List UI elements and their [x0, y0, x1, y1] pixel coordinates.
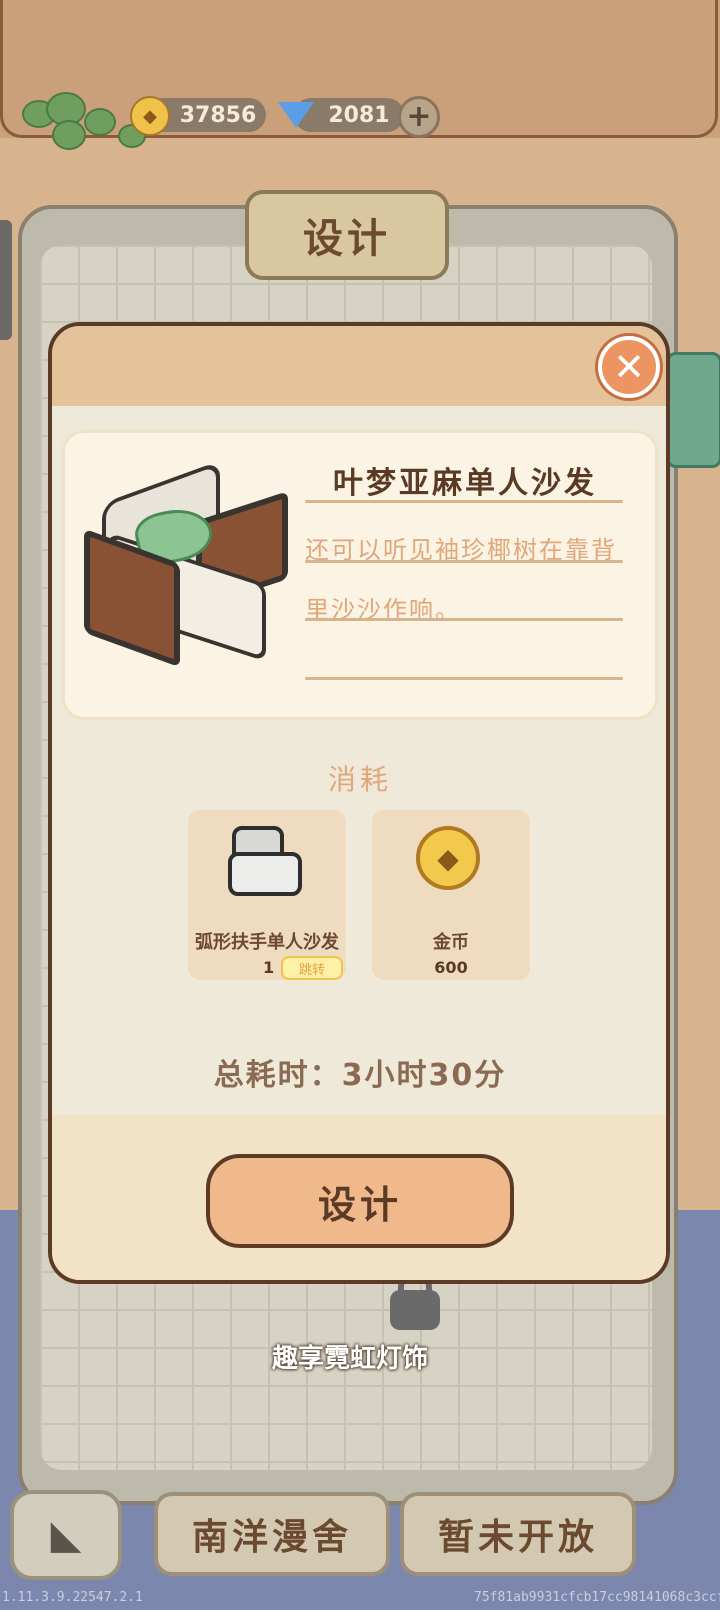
board-title-tab: 设计 — [245, 190, 449, 280]
add-gems-button[interactable]: + — [398, 96, 440, 138]
cost-item-name: 金币 — [433, 932, 469, 953]
gem-amount: 2081 — [328, 102, 390, 128]
item-name: 叶梦亚麻单人沙发 — [333, 466, 597, 501]
cost-label: 消耗 — [327, 763, 392, 796]
close-icon: ✕ — [613, 345, 645, 389]
description-rule-3 — [305, 677, 623, 680]
tab-nanyang[interactable]: 南洋漫舍 — [154, 1492, 390, 1576]
vine-leaf-icon — [52, 120, 86, 150]
version-text: 1.11.3.9.22547.2.1 — [2, 1590, 143, 1605]
locked-node-label[interactable]: 趣享霓虹灯饰 — [230, 1338, 470, 1375]
design-button-label: 设计 — [317, 1182, 402, 1227]
lock-icon — [390, 1290, 440, 1330]
tab-label: 暂未开放 — [437, 1517, 598, 1558]
back-button[interactable]: ◣ — [10, 1490, 122, 1580]
jump-button[interactable]: 跳转 — [281, 956, 343, 980]
total-time: 总耗时：3小时30分 — [213, 1058, 507, 1093]
tab-not-open[interactable]: 暂未开放 — [400, 1492, 636, 1576]
vine-leaf-icon — [84, 108, 116, 136]
side-green-tab[interactable] — [666, 352, 720, 468]
armchair-icon — [228, 852, 302, 896]
back-arrow-icon: ◣ — [50, 1512, 82, 1558]
design-button[interactable]: 设计 — [206, 1154, 514, 1248]
board-title: 设计 — [303, 216, 391, 262]
dialog-header — [52, 326, 666, 406]
close-button[interactable]: ✕ — [598, 336, 660, 398]
description-rule-1 — [305, 560, 623, 563]
coin-amount: 37856 — [179, 102, 257, 128]
title-underline — [305, 500, 623, 503]
cost-item-name: 弧形扶手单人沙发 — [195, 932, 339, 953]
cat-coin-icon: ◆ — [416, 826, 480, 890]
side-handle[interactable] — [0, 220, 12, 340]
cat-coin-icon: ◆ — [130, 96, 170, 136]
build-hash-text: 75f81ab9931cfcb17cc98141068c3ccf — [474, 1590, 720, 1605]
cost-item-qty: 600 — [434, 958, 468, 977]
tab-label: 南洋漫舍 — [191, 1517, 352, 1558]
cost-item-qty: 1 — [263, 958, 275, 977]
diamond-icon — [278, 102, 314, 128]
description-rule-2 — [305, 618, 623, 621]
jump-label: 跳转 — [298, 962, 325, 978]
